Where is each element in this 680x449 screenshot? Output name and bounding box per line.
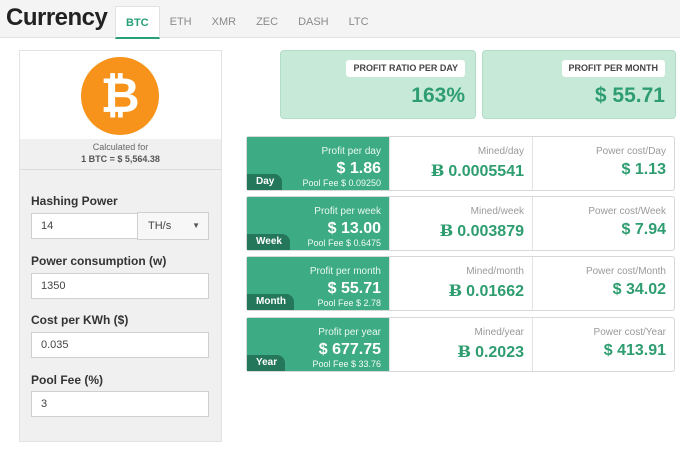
- bitcoin-symbol-icon: Ƀ: [448, 281, 463, 300]
- mined-cell: Mined/month Ƀ 0.01662: [389, 257, 532, 310]
- period-tag: Day: [247, 174, 283, 190]
- divider: [20, 169, 221, 170]
- cost-per-kwh-input[interactable]: [31, 332, 209, 358]
- mined-cell: Mined/year Ƀ 0.2023: [389, 318, 532, 371]
- tab-xmr[interactable]: XMR: [202, 6, 246, 38]
- mined-amount: 0.0005541: [448, 163, 524, 180]
- power-consumption-input[interactable]: [31, 273, 209, 299]
- profit-label: Profit per month: [309, 266, 381, 277]
- mined-label: Mined/year: [474, 327, 524, 338]
- tab-zec[interactable]: ZEC: [246, 6, 288, 38]
- page-title: Currency: [6, 4, 108, 31]
- power-cost-label: Power cost/Year: [593, 327, 666, 338]
- pool-fee-value: Pool Fee $ 2.78: [317, 298, 381, 308]
- tab-ltc[interactable]: LTC: [339, 6, 379, 38]
- power-cost-value: $ 413.91: [603, 342, 666, 359]
- profit-value: $ 1.86: [336, 160, 381, 177]
- mined-amount: 0.003879: [457, 223, 524, 240]
- hashing-power-input[interactable]: [31, 213, 138, 239]
- period-row-year: Profit per year $ 677.75 Pool Fee $ 33.7…: [246, 317, 675, 372]
- power-cost-cell: Power cost/Day $ 1.13: [532, 137, 674, 190]
- power-cost-label: Power cost/Month: [585, 266, 666, 277]
- bitcoin-symbol-icon: Ƀ: [439, 221, 454, 240]
- cost-per-kwh-label: Cost per KWh ($): [31, 313, 129, 327]
- bitcoin-icon: ₿: [81, 57, 159, 135]
- profit-cell: Profit per year $ 677.75 Pool Fee $ 33.7…: [247, 318, 389, 371]
- power-cost-cell: Power cost/Month $ 34.02: [532, 257, 674, 310]
- mined-label: Mined/day: [477, 146, 524, 157]
- pool-fee-label: Pool Fee (%): [31, 373, 104, 387]
- mined-value: Ƀ 0.003879: [440, 221, 524, 241]
- mined-amount: 0.01662: [466, 283, 524, 300]
- profit-ratio-value: 163%: [411, 84, 465, 107]
- calculator-sidebar: ₿ Calculated for 1 BTC = $ 5,564.38 Hash…: [19, 50, 222, 442]
- pool-fee-value: Pool Fee $ 33.76: [312, 359, 381, 369]
- period-row-month: Profit per month $ 55.71 Pool Fee $ 2.78…: [246, 256, 675, 311]
- power-cost-label: Power cost/Week: [588, 206, 666, 217]
- power-cost-cell: Power cost/Week $ 7.94: [532, 197, 674, 250]
- profit-per-month-card: PROFIT PER MONTH $ 55.71: [482, 50, 676, 119]
- mined-amount: 0.2023: [475, 344, 524, 361]
- coin-logo-area: ₿: [20, 51, 221, 139]
- period-row-day: Profit per day $ 1.86 Pool Fee $ 0.09250…: [246, 136, 675, 191]
- tab-eth[interactable]: ETH: [160, 6, 202, 38]
- power-consumption-label: Power consumption (w): [31, 254, 167, 268]
- period-tag: Month: [247, 294, 294, 310]
- profit-ratio-label: PROFIT RATIO PER DAY: [346, 60, 465, 77]
- bitcoin-symbol-icon: Ƀ: [457, 342, 472, 361]
- profit-cell: Profit per week $ 13.00 Pool Fee $ 0.647…: [247, 197, 389, 250]
- mined-cell: Mined/week Ƀ 0.003879: [389, 197, 532, 250]
- tab-dash[interactable]: DASH: [288, 6, 339, 38]
- profit-per-month-value: $ 55.71: [594, 84, 665, 107]
- profit-value: $ 13.00: [327, 220, 381, 237]
- period-tag: Year: [247, 355, 286, 371]
- profit-per-month-label: PROFIT PER MONTH: [561, 60, 665, 77]
- exchange-rate: 1 BTC = $ 5,564.38: [81, 154, 160, 164]
- exchange-rate-info: Calculated for 1 BTC = $ 5,564.38: [20, 141, 221, 165]
- profit-value: $ 677.75: [318, 341, 381, 358]
- chevron-down-icon: ▼: [192, 221, 200, 230]
- pool-fee-input[interactable]: [31, 391, 209, 417]
- mined-label: Mined/week: [470, 206, 524, 217]
- power-cost-value: $ 1.13: [621, 161, 666, 178]
- power-cost-cell: Power cost/Year $ 413.91: [532, 318, 674, 371]
- mined-label: Mined/month: [466, 266, 524, 277]
- tab-btc[interactable]: BTC: [115, 6, 160, 39]
- pool-fee-value: Pool Fee $ 0.09250: [302, 178, 381, 188]
- power-cost-label: Power cost/Day: [595, 146, 666, 157]
- currency-tabs: BTC ETH XMR ZEC DASH LTC: [115, 6, 379, 39]
- profit-label: Profit per day: [321, 146, 381, 157]
- calculated-for-label: Calculated for: [92, 142, 149, 152]
- mined-cell: Mined/day Ƀ 0.0005541: [389, 137, 532, 190]
- profit-value: $ 55.71: [327, 280, 381, 297]
- bitcoin-symbol-icon: Ƀ: [430, 161, 445, 180]
- mined-value: Ƀ 0.01662: [449, 281, 524, 301]
- period-row-week: Profit per week $ 13.00 Pool Fee $ 0.647…: [246, 196, 675, 251]
- profit-label: Profit per year: [318, 327, 381, 338]
- hashing-power-label: Hashing Power: [31, 194, 118, 208]
- profit-cell: Profit per day $ 1.86 Pool Fee $ 0.09250…: [247, 137, 389, 190]
- mined-value: Ƀ 0.0005541: [431, 161, 524, 181]
- pool-fee-value: Pool Fee $ 0.6475: [307, 238, 381, 248]
- top-bar: Currency BTC ETH XMR ZEC DASH LTC: [0, 0, 680, 39]
- period-tag: Week: [247, 234, 290, 250]
- hashing-unit-value: TH/s: [148, 220, 172, 232]
- power-cost-value: $ 7.94: [621, 221, 666, 238]
- profit-label: Profit per week: [314, 206, 381, 217]
- profit-ratio-card: PROFIT RATIO PER DAY 163%: [280, 50, 476, 119]
- profit-cell: Profit per month $ 55.71 Pool Fee $ 2.78…: [247, 257, 389, 310]
- hashing-unit-select[interactable]: TH/s ▼: [137, 212, 209, 240]
- mined-value: Ƀ 0.2023: [458, 342, 524, 362]
- power-cost-value: $ 34.02: [612, 281, 666, 298]
